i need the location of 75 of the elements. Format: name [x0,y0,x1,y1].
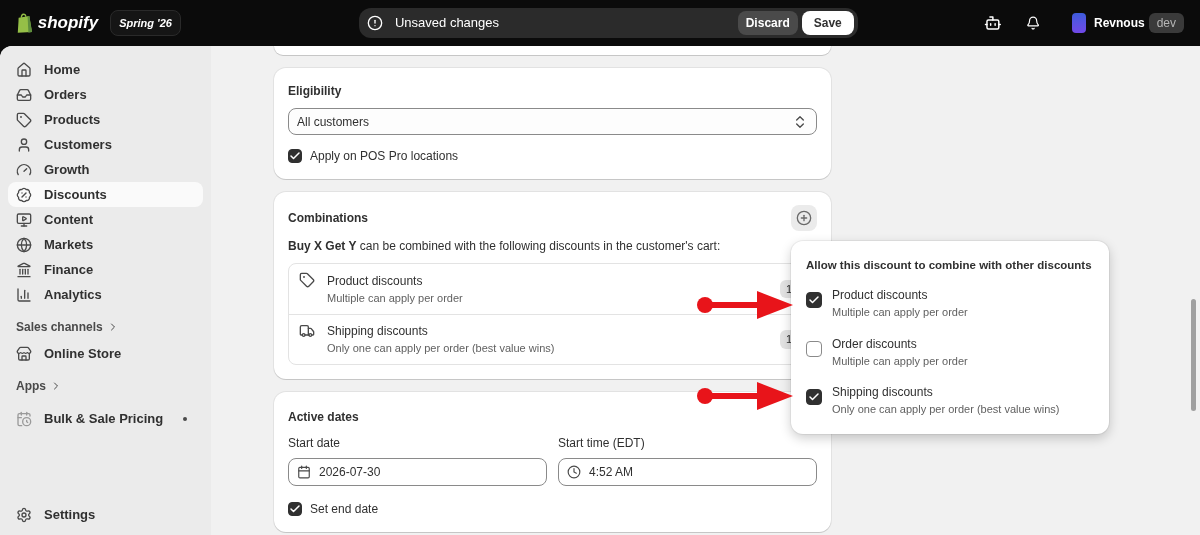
checkbox[interactable] [806,340,822,357]
inbox-icon [16,86,32,103]
nav-item[interactable]: Settings [8,502,203,527]
nav-item[interactable]: Finance [8,257,203,282]
nav-item[interactable]: Content [8,207,203,232]
checkbox[interactable] [288,149,302,163]
gauge-icon [16,161,32,178]
time-field[interactable]: 4:52 AM [558,458,817,486]
discount-type-title: Product discounts [327,272,424,290]
nav-item[interactable]: Orders [8,82,203,107]
discard-button[interactable]: Discard [737,11,798,35]
truck-icon [299,323,315,339]
combinations-description: Buy X Get Y can be combined with the following discounts in the customer's cart: [288,238,722,255]
settings-icon [16,506,32,523]
monitor-icon [16,211,32,228]
robot-icon[interactable] [983,13,1002,33]
calendar-icon [297,465,311,479]
edition-badge: Spring '26 [110,9,181,37]
alert-icon [366,15,383,31]
nav-item[interactable]: Home [8,57,203,82]
plus-circle-icon [796,210,812,226]
check-icon [289,150,301,162]
store-avatar [1071,13,1086,33]
section-heading[interactable]: Apps [8,376,203,396]
store-name[interactable]: Revnous [1093,14,1145,32]
calendar-clock-icon [16,410,32,427]
date-field[interactable]: 2026-07-30 [288,458,547,486]
nav-item[interactable]: Analytics [8,282,203,307]
globe-icon [16,236,32,253]
nav-item[interactable]: Customers [8,132,203,157]
unsaved-changes-text: Unsaved changes [394,14,500,33]
option-subtitle: Only one can apply per order (best value wins) [832,402,1060,418]
card-title: Active dates [288,409,359,426]
bar-chart-icon [16,286,32,303]
customer-select[interactable]: All customers [288,108,817,135]
storefront-icon [16,345,32,362]
popover-title: Allow this discount to combine with other discounts [806,258,1092,273]
clock-icon [567,465,581,479]
shopping-bag-logo-icon [16,11,34,35]
option-title: Product discounts [832,287,929,305]
bell-icon[interactable] [1025,15,1040,31]
home-icon [16,61,32,78]
nav-item[interactable]: Growth [8,157,203,182]
option-subtitle: Multiple can apply per order [832,353,968,369]
check-icon [289,503,301,515]
discount-type-subtitle: Only one can apply per order (best value wins) [327,341,555,357]
checkbox[interactable] [288,502,302,516]
nav-item[interactable]: Bulk & Sale Pricing [8,406,203,431]
field-label: Start time (EDT) [558,435,646,452]
bank-icon [16,261,32,278]
option-subtitle: Multiple can apply per order [832,305,968,321]
checkbox-label: Apply on POS Pro locations [310,148,459,165]
nav-item[interactable]: Discounts [8,182,203,207]
person-icon [16,136,32,153]
card-title: Eligibility [288,83,342,100]
option-title: Shipping discounts [832,384,934,402]
checkbox[interactable] [806,292,822,309]
checkbox-label: Set end date [310,501,379,518]
nav-item[interactable]: Online Store [8,341,203,366]
save-button[interactable]: Save [801,11,854,35]
discount-type-title: Shipping discounts [327,323,429,341]
card-title: Combinations [288,210,368,227]
nav-item[interactable]: Products [8,107,203,132]
option-title: Order discounts [832,335,918,353]
section-heading[interactable]: Sales channels [8,317,203,337]
percent-badge-icon [16,186,32,203]
nav-item[interactable]: Markets [8,232,203,257]
add-button[interactable] [791,205,817,231]
dev-badge: dev [1148,13,1184,33]
tag-icon [16,111,32,128]
field-label: Start date [288,435,342,452]
checkbox[interactable] [806,389,822,406]
discount-type-subtitle: Multiple can apply per order [327,290,463,306]
brand-name: shopify [37,12,99,35]
tag-icon [299,272,315,288]
